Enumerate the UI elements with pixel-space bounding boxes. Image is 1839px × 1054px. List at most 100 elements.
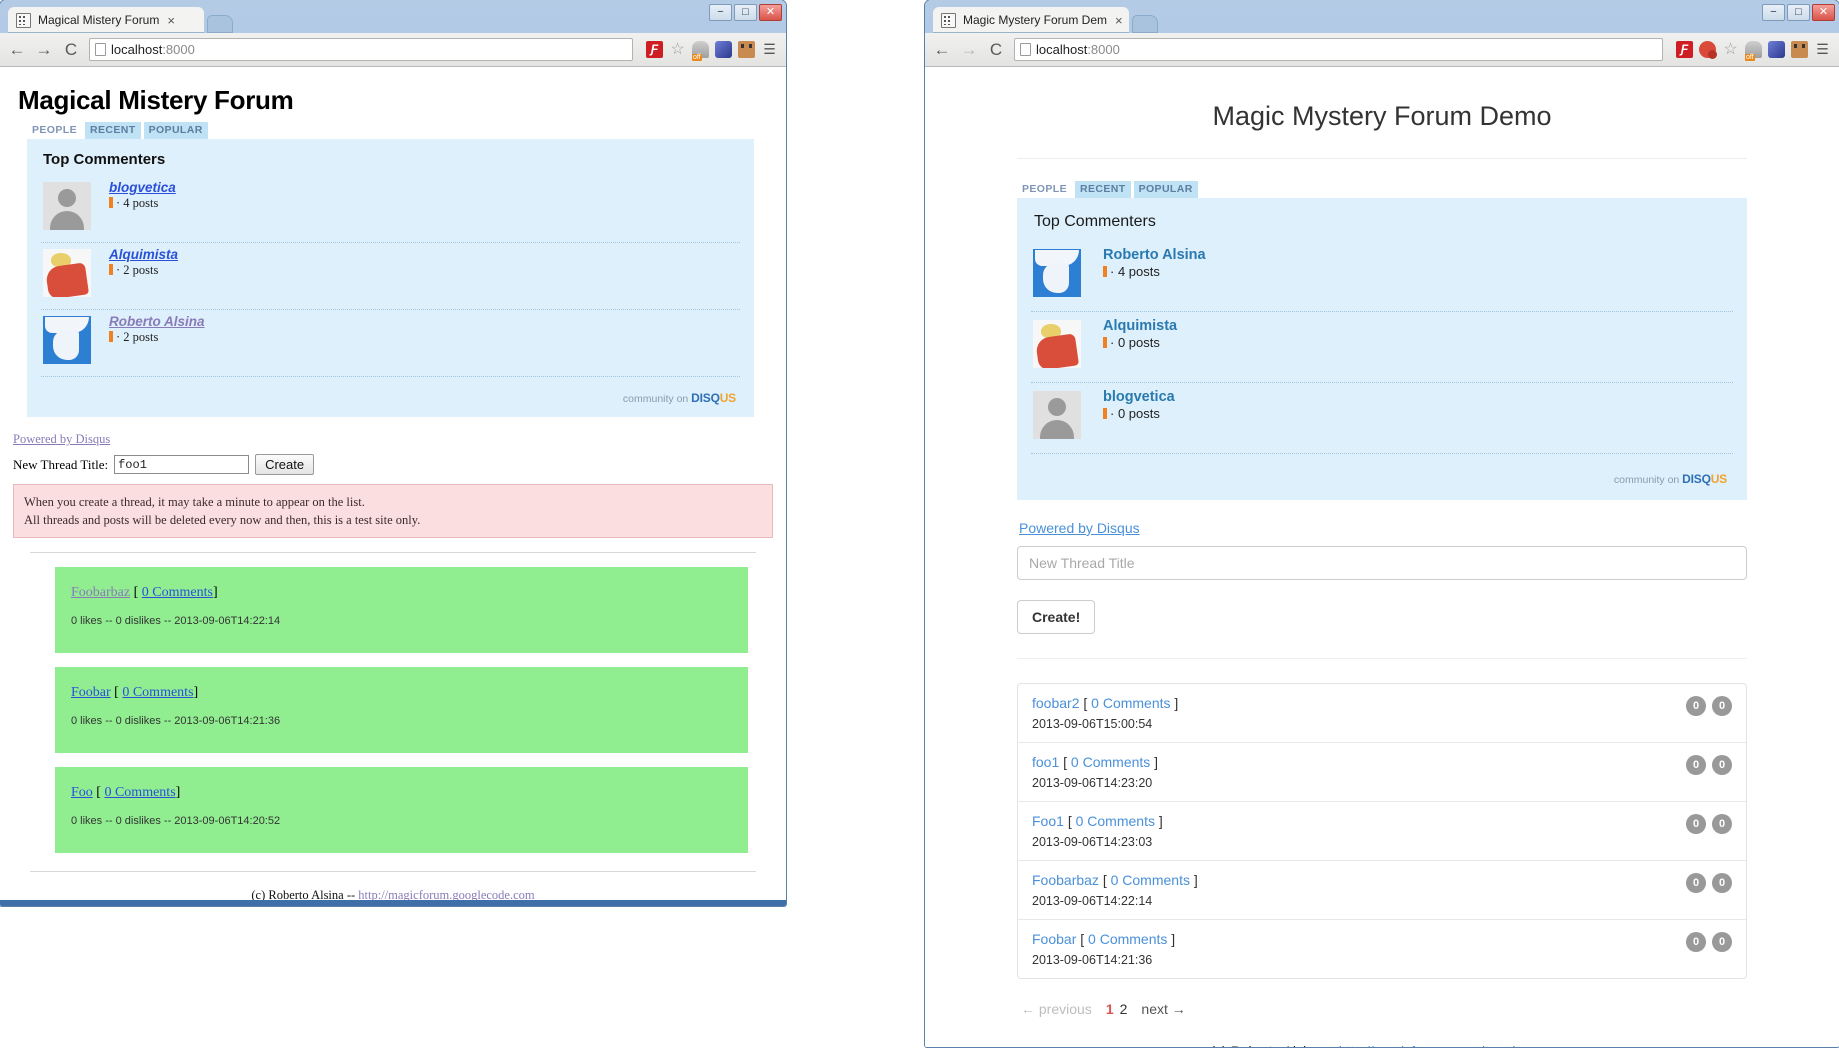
commenter-name-link[interactable]: blogvetica: [1103, 389, 1175, 405]
create-button[interactable]: Create!: [1017, 600, 1096, 634]
forward-button[interactable]: →: [960, 41, 978, 58]
star-icon[interactable]: ☆: [669, 41, 686, 58]
disqus-logo[interactable]: DISQUS: [691, 391, 736, 405]
thread-comments-link[interactable]: 0 Comments: [122, 685, 193, 700]
reload-button[interactable]: C: [62, 41, 80, 58]
thread-comments-link[interactable]: 0 Comments: [1076, 813, 1155, 829]
back-button[interactable]: ←: [933, 41, 951, 58]
likes-badge: 0: [1686, 932, 1706, 952]
thread-comments-link[interactable]: 0 Comments: [104, 785, 175, 800]
commenter-name-link[interactable]: Alquimista: [1103, 318, 1177, 334]
flash-icon[interactable]: Ƒ: [1676, 41, 1693, 58]
bracket-close: ]: [1171, 931, 1176, 947]
right-footer: (c) Roberto Alsina -- http://magicforum.…: [1017, 1043, 1747, 1047]
tab-close-icon[interactable]: ×: [1115, 14, 1123, 27]
divider: [30, 552, 756, 554]
powered-by-disqus-link[interactable]: Powered by Disqus: [13, 432, 110, 446]
left-address-bar[interactable]: localhost:8000: [89, 38, 633, 61]
create-button[interactable]: Create: [255, 454, 315, 475]
thread-title-link[interactable]: Foobarbaz: [71, 585, 130, 600]
right-browser-tab[interactable]: Magic Mystery Forum Dem ×: [933, 7, 1129, 33]
tab-people[interactable]: PEOPLE: [1017, 181, 1072, 198]
adblock-icon[interactable]: [1699, 41, 1717, 59]
reload-button[interactable]: C: [987, 41, 1005, 58]
close-window-button[interactable]: ✕: [759, 4, 782, 21]
left-browser-tab[interactable]: Magical Mistery Forum ×: [8, 7, 204, 33]
thread-comments-link[interactable]: 0 Comments: [1071, 754, 1150, 770]
bracket-close: ]: [175, 785, 181, 801]
thread-badges: 0 0: [1686, 932, 1732, 952]
maximize-button[interactable]: □: [1787, 4, 1810, 21]
url-port: :8000: [1087, 42, 1120, 57]
next-page-link[interactable]: next →: [1141, 1001, 1185, 1017]
footer-link[interactable]: http://magicforum.googlecode.com: [1339, 1043, 1554, 1047]
new-tab-button[interactable]: [1132, 15, 1158, 33]
divider: [1017, 658, 1747, 659]
back-button[interactable]: ←: [8, 41, 26, 58]
thread-comments-link[interactable]: 0 Comments: [1111, 872, 1190, 888]
likes-badge: 0: [1686, 873, 1706, 893]
menu-icon[interactable]: ☰: [1814, 41, 1831, 58]
thread-comments-link[interactable]: 0 Comments: [1091, 695, 1170, 711]
maximize-button[interactable]: □: [734, 4, 757, 21]
thread-title-link[interactable]: foo1: [1032, 754, 1059, 770]
minimize-button[interactable]: −: [1762, 4, 1785, 21]
thread-list: foobar2 [ 0 Comments ] 2013-09-06T15:00:…: [1017, 683, 1747, 979]
right-viewport: Magic Mystery Forum Demo PEOPLE RECENT P…: [925, 67, 1839, 1047]
disqus-logo[interactable]: DISQUS: [1682, 472, 1727, 486]
blue-extension-icon[interactable]: [1768, 41, 1785, 58]
blue-extension-icon[interactable]: [715, 41, 732, 58]
right-titlebar[interactable]: Magic Mystery Forum Dem × − □ ✕: [925, 0, 1839, 33]
bracket-close: ]: [1158, 813, 1163, 829]
disqus-logo-us: US: [1710, 472, 1727, 486]
bracket-open: [: [1080, 931, 1085, 947]
thread-comments-link[interactable]: 0 Comments: [1088, 931, 1167, 947]
tab-popular[interactable]: POPULAR: [1133, 181, 1198, 198]
ghost-icon[interactable]: [1745, 41, 1762, 61]
thread-title-link[interactable]: Foo1: [1032, 813, 1064, 829]
thread-comments-link[interactable]: 0 Comments: [142, 585, 213, 600]
new-tab-button[interactable]: [207, 15, 233, 33]
disqus-logo-d: DISQ: [1682, 472, 1711, 486]
close-window-button[interactable]: ✕: [1812, 4, 1835, 21]
flash-icon[interactable]: Ƒ: [646, 41, 663, 58]
commenter-name-link[interactable]: Roberto Alsina: [109, 314, 205, 329]
ghost-icon[interactable]: [692, 41, 709, 61]
tab-recent[interactable]: RECENT: [85, 122, 141, 139]
thread-title-link[interactable]: Foo: [71, 785, 93, 800]
tab-people[interactable]: PEOPLE: [27, 122, 82, 139]
tab-recent[interactable]: RECENT: [1075, 181, 1131, 198]
previous-page-link[interactable]: ← previous: [1021, 1001, 1092, 1017]
right-address-bar[interactable]: localhost:8000: [1014, 38, 1663, 61]
page-link-1[interactable]: 1: [1106, 1001, 1114, 1017]
orange-extension-icon[interactable]: [738, 41, 755, 58]
left-titlebar[interactable]: Magical Mistery Forum × − □ ✕: [0, 0, 786, 33]
thread-date: 2013-09-06T14:23:20: [1032, 776, 1153, 790]
commenter-name-link[interactable]: Alquimista: [109, 247, 178, 262]
bracket-open: [: [96, 785, 101, 801]
menu-icon[interactable]: ☰: [761, 41, 778, 58]
commenter-row: Alquimista · 2 posts: [41, 243, 740, 310]
new-thread-input[interactable]: [1017, 546, 1747, 580]
commenter-posts: · 2 posts: [109, 330, 205, 345]
thread-title-link[interactable]: Foobar: [71, 685, 111, 700]
thread-title-link[interactable]: Foobar: [1032, 931, 1076, 947]
forward-button[interactable]: →: [35, 41, 53, 58]
star-icon[interactable]: ☆: [1722, 41, 1739, 58]
minimize-button[interactable]: −: [709, 4, 732, 21]
right-toolbar-icons: Ƒ ☆ ☰: [1676, 41, 1831, 61]
tab-close-icon[interactable]: ×: [167, 14, 175, 27]
orange-extension-icon[interactable]: [1791, 41, 1808, 58]
thread-row: Foo1 [ 0 Comments ] 2013-09-06T14:23:03 …: [1018, 802, 1746, 861]
commenter-name-link[interactable]: Roberto Alsina: [1103, 247, 1206, 263]
disqus-attribution: community on DISQUS: [1031, 454, 1733, 494]
thread-title-link[interactable]: foobar2: [1032, 695, 1079, 711]
thread-title-link[interactable]: Foobarbaz: [1032, 872, 1099, 888]
new-thread-input[interactable]: [114, 455, 250, 474]
tab-popular[interactable]: POPULAR: [143, 122, 208, 139]
page-link-2[interactable]: 2: [1120, 1001, 1128, 1017]
commenter-name-link[interactable]: blogvetica: [109, 180, 176, 195]
left-window-buttons: − □ ✕: [709, 4, 782, 21]
likes-badge: 0: [1686, 696, 1706, 716]
powered-by-disqus-link[interactable]: Powered by Disqus: [1019, 520, 1140, 536]
